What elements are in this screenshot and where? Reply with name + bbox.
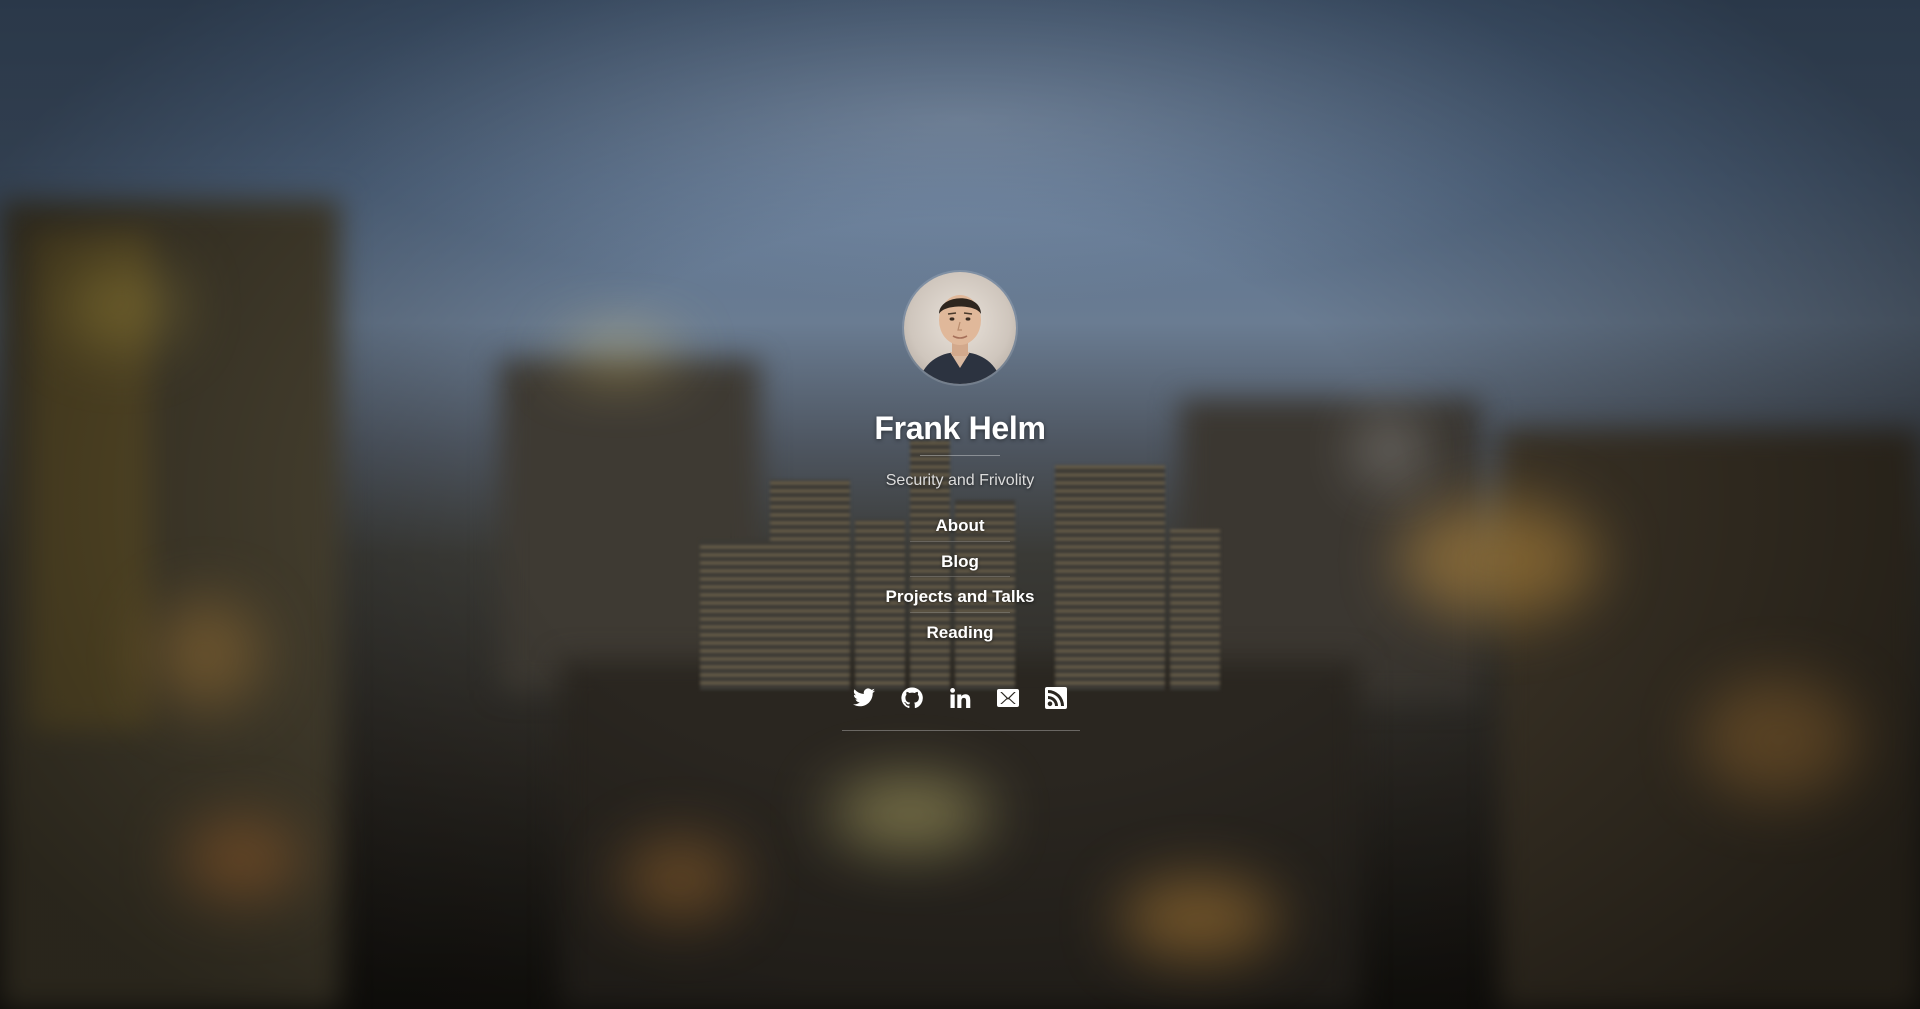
social-links <box>840 686 1080 710</box>
profile-card: Frank Helm Security and Frivolity About … <box>0 0 1920 1009</box>
avatar <box>904 272 1016 384</box>
site-title: Frank Helm <box>874 410 1046 446</box>
nav-item-about[interactable]: About <box>935 514 984 550</box>
github-icon[interactable] <box>900 686 924 710</box>
nav-divider <box>910 540 1010 542</box>
title-divider <box>920 455 1000 456</box>
linkedin-icon[interactable] <box>948 686 972 710</box>
nav-item-reading[interactable]: Reading <box>926 621 993 657</box>
nav-item-blog[interactable]: Blog <box>941 550 979 586</box>
site-tagline: Security and Frivolity <box>885 472 1035 489</box>
main-nav: About Blog Projects and Talks Reading <box>810 514 1110 656</box>
avatar-portrait <box>918 295 1002 384</box>
email-icon[interactable] <box>996 686 1020 710</box>
nav-item-projects-and-talks[interactable]: Projects and Talks <box>886 585 1035 621</box>
page: Frank Helm Security and Frivolity About … <box>0 0 1920 1009</box>
nav-divider <box>910 576 1010 577</box>
footer-divider <box>842 730 1080 731</box>
twitter-icon[interactable] <box>852 686 876 710</box>
nav-divider <box>910 611 1010 613</box>
rss-icon[interactable] <box>1044 686 1068 710</box>
